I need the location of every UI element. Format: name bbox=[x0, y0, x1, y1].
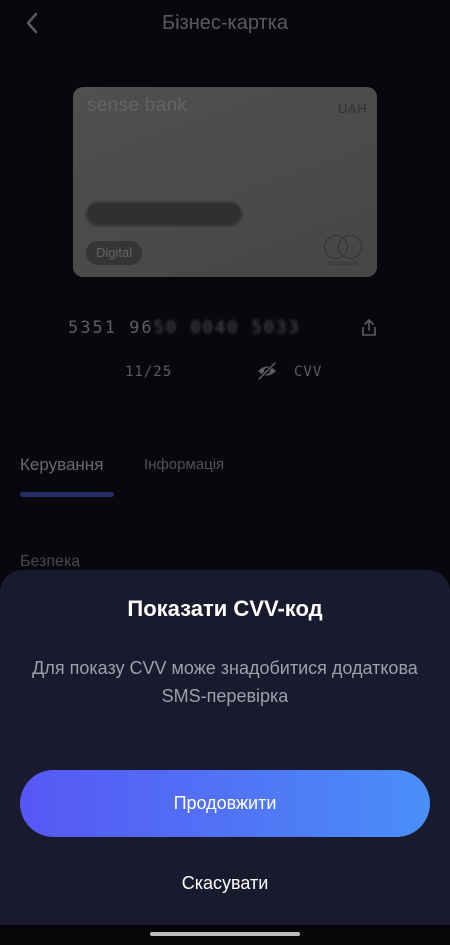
sheet-description: Для показу CVV може знадобитися додатков… bbox=[32, 658, 418, 706]
home-indicator[interactable] bbox=[150, 932, 300, 936]
cvv-bottom-sheet: Показати CVV-код Для показу CVV може зна… bbox=[0, 570, 450, 945]
continue-button[interactable]: Продовжити bbox=[20, 770, 430, 837]
system-nav-bar bbox=[0, 925, 450, 945]
sheet-title: Показати CVV-код bbox=[127, 596, 323, 621]
cancel-button[interactable]: Скасувати bbox=[125, 868, 325, 898]
